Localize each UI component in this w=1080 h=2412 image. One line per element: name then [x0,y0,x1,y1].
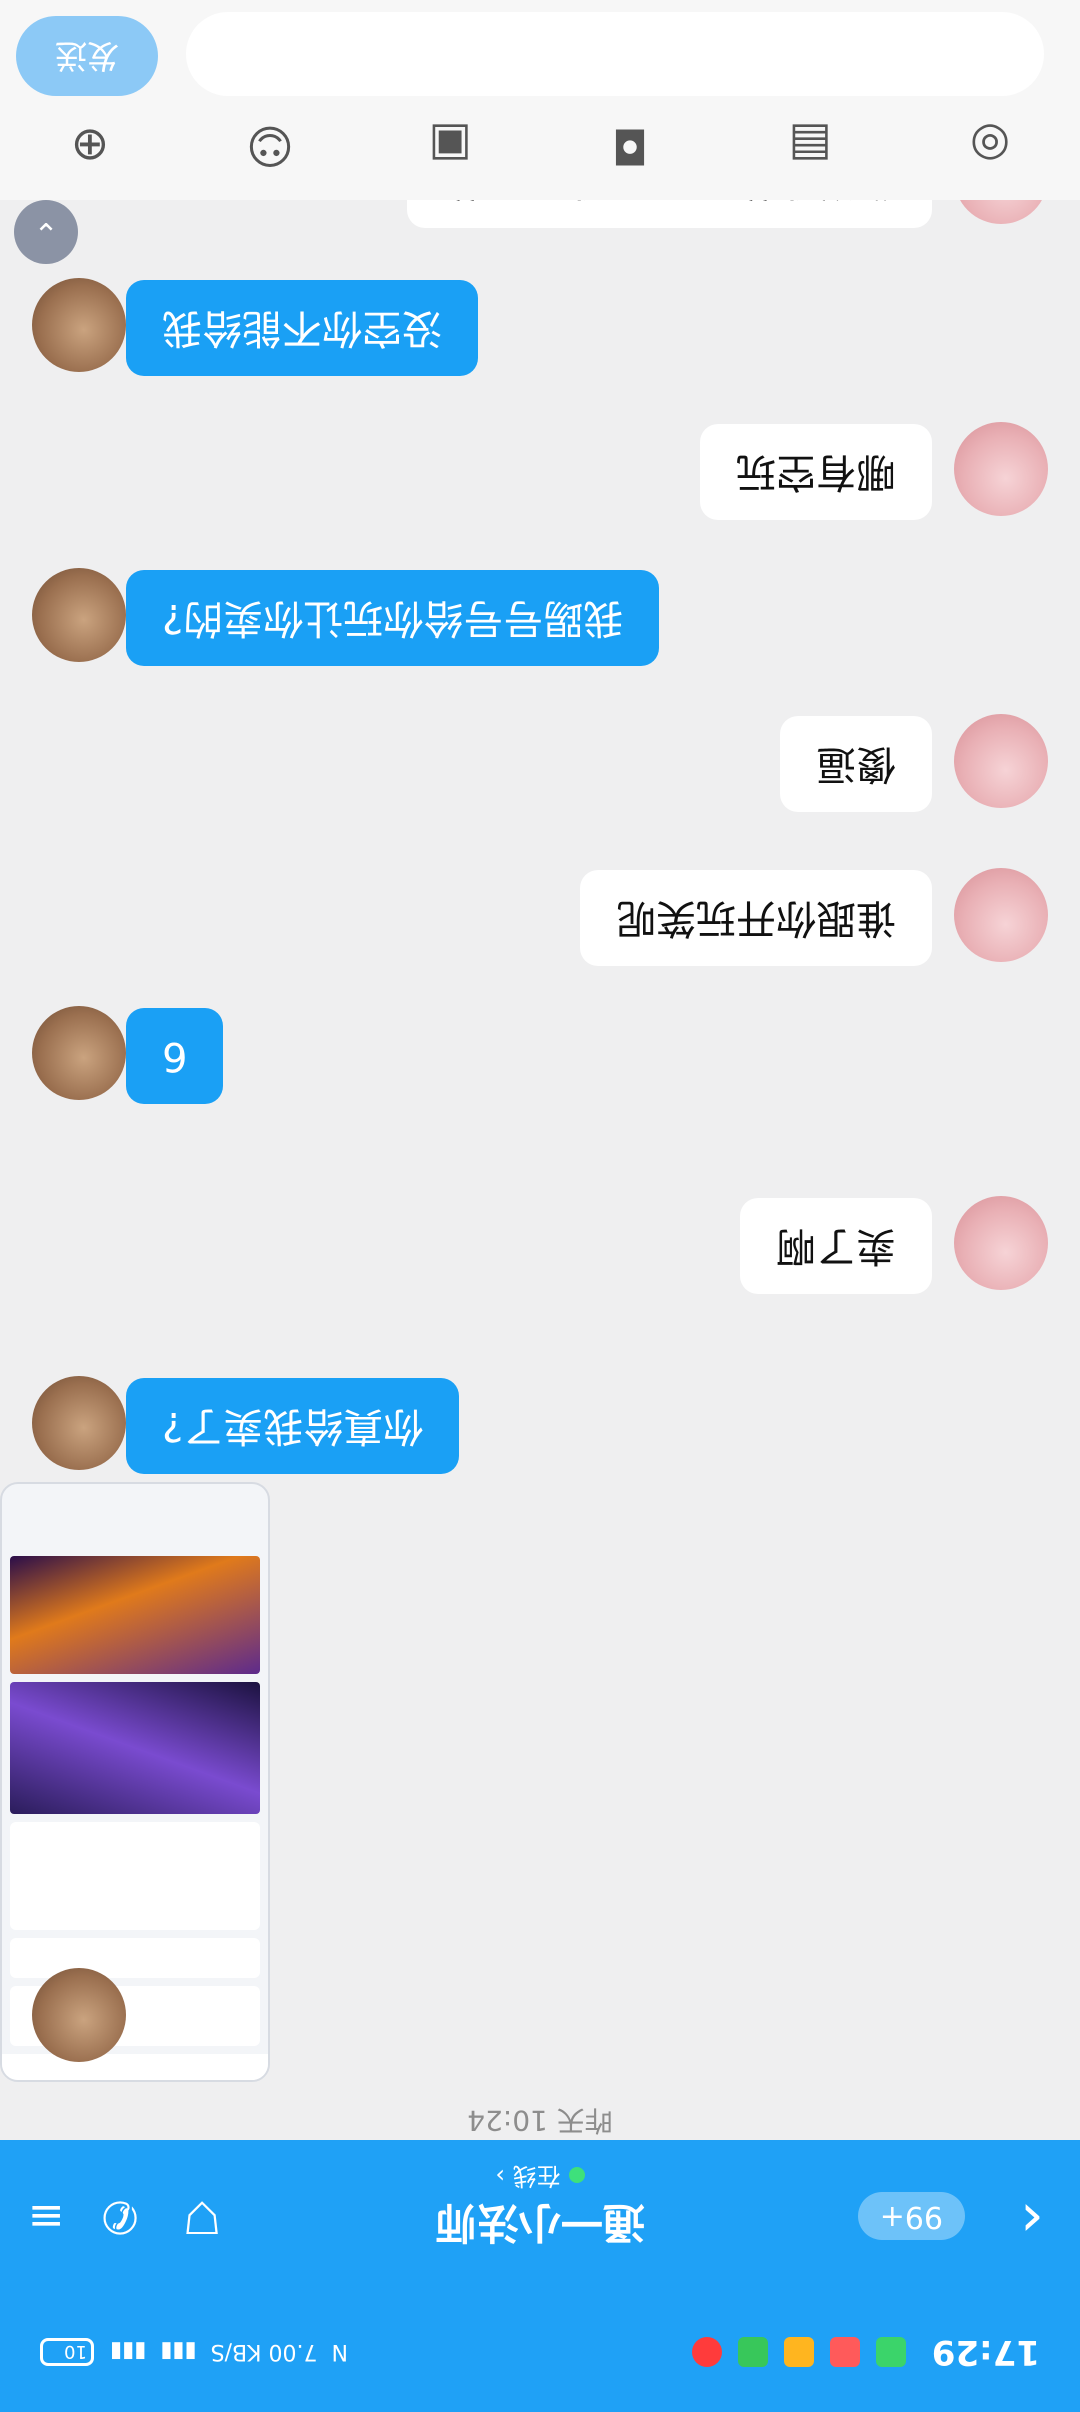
avatar[interactable] [32,278,126,372]
avatar[interactable] [32,568,126,662]
input-toolbar: ⊕ ☺ ▣ ◘ ▤ ◎ [0,100,1080,200]
message-bubble[interactable]: 傻逼 [780,716,932,812]
avatar[interactable] [32,1376,126,1470]
signal-icon: ▮▮▮ [110,2339,147,2365]
message-bubble[interactable]: 我踢号号给你玩让你卖的? [126,570,660,666]
voice-icon[interactable]: ◎ [960,116,1020,176]
send-button[interactable]: 发送 [16,16,158,96]
message-bubble[interactable]: 你真给我卖了? [126,1378,460,1474]
avatar[interactable] [954,422,1048,516]
signal-icon: ▮▮▮ [160,2339,197,2365]
gallery-icon[interactable]: ▤ [780,116,840,176]
status-bar: 17:29 N 7.00 KB/S ▮▮▮ ▮▮▮ 10 [0,2292,1080,2412]
online-status: 在线 › [0,2161,1080,2196]
input-area: 发送 ⊕ ☺ ▣ ◘ ▤ ◎ [0,0,1080,200]
app-icon [691,2337,722,2367]
avatar[interactable] [954,1196,1048,1290]
phone-icon[interactable]: ✆ [92,2188,148,2244]
net-speed: 7.00 KB/S [210,2339,318,2365]
app-icon [783,2337,814,2367]
message-input[interactable] [186,12,1044,96]
app-icon [875,2337,906,2367]
plus-icon[interactable]: ⊕ [60,116,120,176]
avatar[interactable] [954,714,1048,808]
message-bubble[interactable]: 6 [126,1008,224,1104]
message-row: 你真给我卖了? [0,1374,1080,1474]
chat-header: ‹ 99+ 通一小法师 在线 › ⛉ ✆ ≡ [0,2140,1080,2292]
message-row: 6 [0,1004,1080,1104]
message-bubble[interactable]: 卖了啊 [740,1198,932,1294]
chat-screen: 17:29 N 7.00 KB/S ▮▮▮ ▮▮▮ 10 ‹ 99+ 通一小法师… [0,0,1080,2412]
message-bubble[interactable]: 哪有空玩 [700,424,932,520]
emoji-icon[interactable]: ☺ [240,116,300,176]
time-divider: 昨天 10:24 [467,2104,613,2137]
camera-icon[interactable]: ◘ [600,116,660,176]
battery-icon: 10 [40,2338,94,2366]
message-row: 卖了啊 [0,1194,1080,1294]
nfc-icon: N [331,2339,348,2365]
avatar[interactable] [32,1968,126,2062]
chat-title[interactable]: 通一小法师 [0,2195,1080,2256]
image-icon[interactable]: ▣ [420,116,480,176]
message-bubble[interactable]: 没空你不能给我 [126,280,478,376]
avatar[interactable] [32,1006,126,1100]
wechat-icon [737,2337,768,2367]
message-row: 哪有空玩 [0,420,1080,520]
chevron-up-icon[interactable]: ⌄ [14,200,78,264]
message-row: 没空你不能给我 [0,276,1080,376]
message-row: 傻逼 [0,712,1080,812]
avatar[interactable] [954,868,1048,962]
shield-icon[interactable]: ⛉ [174,2188,230,2244]
app-icon [829,2337,860,2367]
online-dot [568,2167,585,2183]
message-bubble[interactable]: 谁跟你开玩笑呢 [580,870,932,966]
message-row: 我踢号号给你玩让你卖的? [0,566,1080,666]
menu-icon[interactable]: ≡ [18,2188,74,2244]
status-time: 17:29 [931,2332,1040,2372]
message-row: 谁跟你开玩笑呢 [0,866,1080,966]
